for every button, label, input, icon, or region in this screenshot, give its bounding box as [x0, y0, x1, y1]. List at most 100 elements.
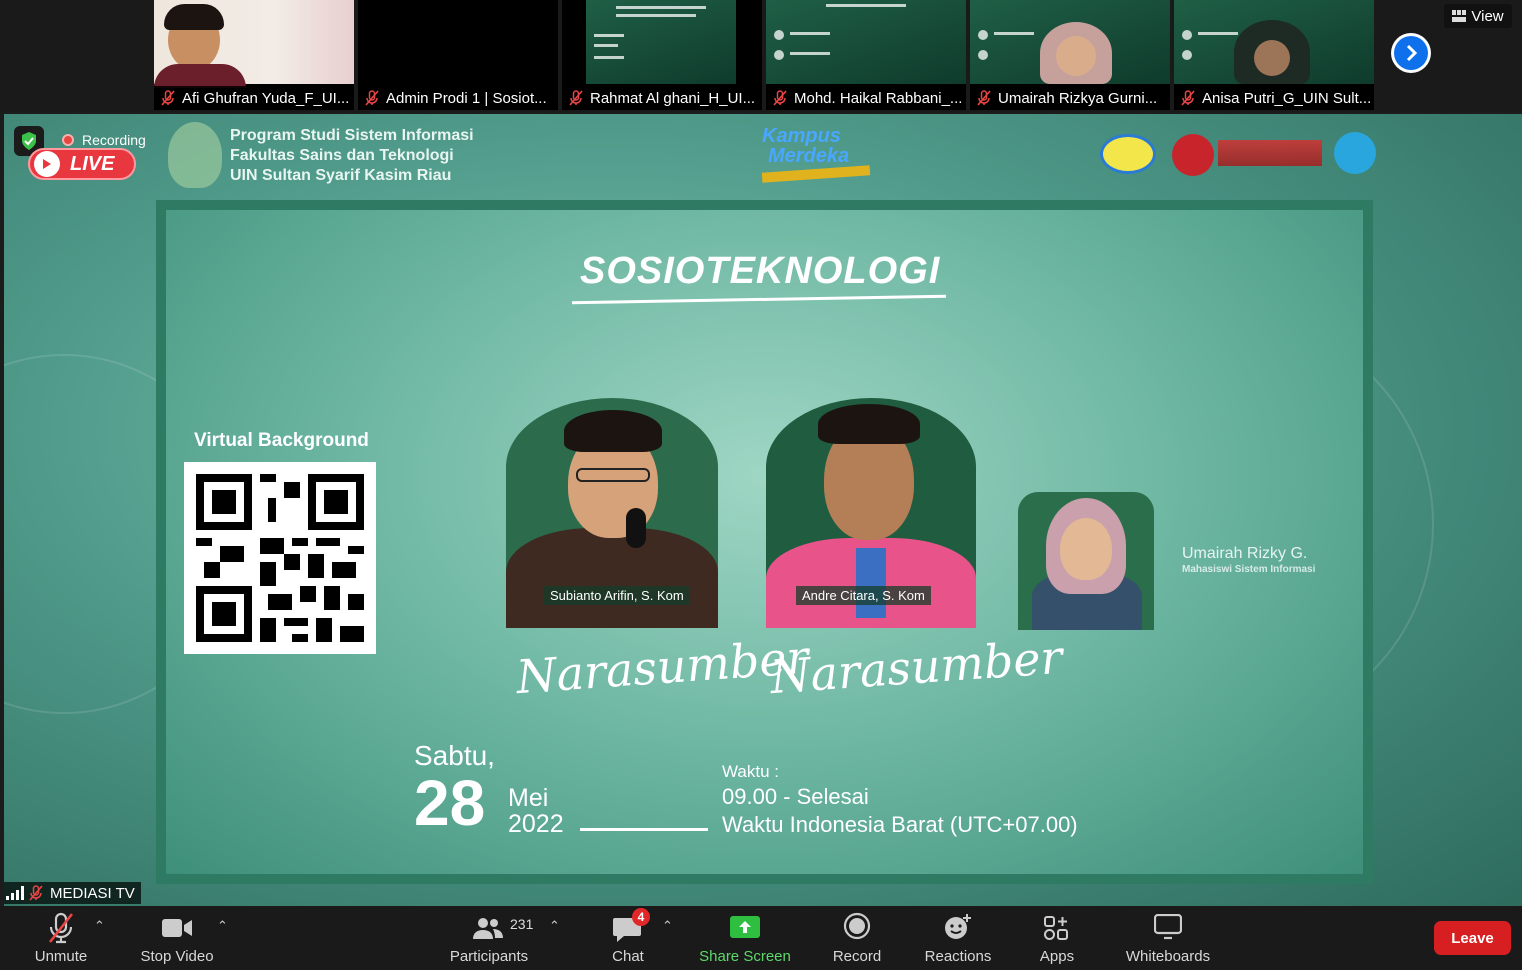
participants-options-caret[interactable]: ⌃ — [549, 918, 560, 934]
participant-video — [1174, 0, 1374, 84]
active-speaker-name: MEDIASI TV — [50, 884, 135, 902]
participants-count: 231 — [510, 916, 534, 932]
participant-video — [562, 0, 762, 84]
mic-muted-icon — [48, 912, 74, 944]
moderator-name: Umairah Rizky G. — [1182, 545, 1308, 562]
leave-button[interactable]: Leave — [1434, 921, 1511, 955]
time-value: 09.00 - Selesai — [722, 784, 869, 809]
video-gallery-strip: Afi Ghufran Yuda_F_UI... Admin Prodi 1 |… — [0, 0, 1522, 112]
connection-signal-icon — [6, 886, 24, 900]
participant-video — [358, 0, 558, 84]
date-divider — [580, 828, 708, 831]
mic-muted-icon — [773, 90, 787, 106]
kampus-merdeka-logo: Kampus Merdeka — [761, 126, 880, 188]
partner-logo-2 — [1172, 134, 1214, 176]
participant-name: Mohd. Haikal Rabbani_... — [794, 89, 963, 107]
stop-video-label: Stop Video — [140, 948, 214, 965]
moderator-photo — [1018, 492, 1154, 630]
chat-label: Chat — [612, 948, 644, 965]
qr-label: Virtual Background — [194, 430, 369, 451]
play-icon — [34, 151, 60, 177]
event-year: 2022 — [508, 810, 564, 838]
record-button[interactable]: Record — [826, 906, 888, 970]
poster-title: SOSIOTEKNOLOGI — [580, 250, 941, 292]
participant-tile-5[interactable]: Umairah Rizkya Gurni... — [970, 0, 1170, 110]
zoom-meeting-window: Afi Ghufran Yuda_F_UI... Admin Prodi 1 |… — [0, 0, 1522, 970]
partner-logo-2-text — [1218, 140, 1322, 166]
live-label: LIVE — [70, 152, 115, 175]
participants-label: Participants — [449, 948, 529, 965]
participant-tile-3[interactable]: Rahmat Al ghani_H_UI... — [562, 0, 762, 110]
participant-name-bar: Afi Ghufran Yuda_F_UI... — [154, 86, 354, 110]
apps-label: Apps — [1039, 948, 1075, 965]
recording-status[interactable]: Recording — [62, 132, 146, 148]
participant-name: Rahmat Al ghani_H_UI... — [590, 89, 756, 107]
audio-options-caret[interactable]: ⌃ — [94, 918, 105, 934]
mic-muted-icon — [977, 90, 991, 106]
partner-logo-3 — [1334, 132, 1376, 174]
video-camera-icon — [162, 919, 192, 937]
smiley-plus-icon — [945, 914, 971, 939]
speaker-2-name: Andre Citara, S. Kom — [796, 586, 931, 605]
participants-button[interactable]: 231 Participants — [444, 906, 534, 970]
record-label: Record — [832, 948, 882, 965]
reactions-button[interactable]: Reactions — [918, 906, 998, 970]
active-speaker-label: MEDIASI TV — [4, 882, 141, 904]
participant-name-bar: Rahmat Al ghani_H_UI... — [562, 86, 762, 110]
participant-tile-6[interactable]: Anisa Putri_G_UIN Sult... — [1174, 0, 1374, 110]
share-screen-icon — [730, 916, 760, 938]
unmute-label: Unmute — [34, 948, 88, 965]
uin-logo — [168, 122, 222, 188]
view-label: View — [1471, 7, 1504, 25]
moderator-role: Mahasiswi Sistem Informasi — [1182, 564, 1316, 575]
stop-video-button[interactable]: Stop Video — [134, 906, 220, 970]
participant-tile-1[interactable]: Afi Ghufran Yuda_F_UI... — [154, 0, 354, 110]
mic-muted-icon — [1181, 90, 1195, 106]
mic-muted-icon — [365, 90, 379, 106]
time-zone: Waktu Indonesia Barat (UTC+07.00) — [722, 812, 1078, 837]
chevron-right-icon — [1394, 36, 1428, 70]
mic-muted-icon — [161, 90, 175, 106]
participant-name: Umairah Rizkya Gurni... — [998, 89, 1158, 107]
video-options-caret[interactable]: ⌃ — [217, 918, 228, 934]
next-page-button[interactable] — [1391, 33, 1431, 73]
whiteboards-button[interactable]: Whiteboards — [1118, 906, 1218, 970]
speaker-1-name: Subianto Arifin, S. Kom — [544, 586, 690, 605]
speaker-1-role: Narasumber — [514, 629, 811, 705]
org-line-2: Fakultas Sains dan Teknologi — [230, 147, 454, 164]
chat-button[interactable]: 4 Chat — [598, 906, 658, 970]
view-button[interactable]: View — [1444, 4, 1512, 28]
record-dot-icon — [62, 134, 74, 146]
active-speaker-video: Recording LIVE Program Studi Sistem Info… — [4, 114, 1522, 906]
grid-view-icon — [1452, 10, 1467, 22]
mic-muted-icon — [29, 885, 43, 901]
share-screen-button[interactable]: Share Screen — [696, 906, 794, 970]
participant-tile-4[interactable]: Mohd. Haikal Rabbani_... — [766, 0, 966, 110]
whiteboard-icon — [1154, 914, 1182, 940]
participant-name: Anisa Putri_G_UIN Sult... — [1202, 89, 1372, 107]
meeting-toolbar: Unmute ⌃ Stop Video ⌃ 231 Participants ⌃… — [0, 906, 1522, 970]
participants-icon — [473, 918, 503, 939]
speaker-2-role: Narasumber — [768, 629, 1065, 705]
participant-name-bar: Anisa Putri_G_UIN Sult... — [1174, 86, 1374, 110]
organizer-text: Program Studi Sistem Informasi Fakultas … — [230, 126, 474, 186]
record-icon — [843, 912, 871, 940]
participant-name-bar: Mohd. Haikal Rabbani_... — [766, 86, 966, 110]
participant-tile-2[interactable]: Admin Prodi 1 | Sosiot... — [358, 0, 558, 110]
org-line-3: UIN Sultan Syarif Kasim Riau — [230, 167, 452, 184]
participant-name: Afi Ghufran Yuda_F_UI... — [182, 89, 350, 107]
participant-name-bar: Umairah Rizkya Gurni... — [970, 86, 1170, 110]
chat-options-caret[interactable]: ⌃ — [662, 918, 673, 934]
mic-muted-icon — [569, 90, 583, 106]
unmute-button[interactable]: Unmute — [20, 906, 102, 970]
qr-code — [184, 462, 376, 654]
live-badge: LIVE — [28, 148, 136, 180]
chat-unread-badge: 4 — [632, 908, 650, 926]
participant-name-bar: Admin Prodi 1 | Sosiot... — [358, 86, 558, 110]
participant-video — [766, 0, 966, 84]
event-date: 28 — [414, 767, 486, 839]
apps-button[interactable]: Apps — [1030, 906, 1084, 970]
participant-name: Admin Prodi 1 | Sosiot... — [386, 89, 547, 107]
event-poster: SOSIOTEKNOLOGI Virtual Background Subian… — [156, 200, 1373, 884]
participant-video — [970, 0, 1170, 84]
